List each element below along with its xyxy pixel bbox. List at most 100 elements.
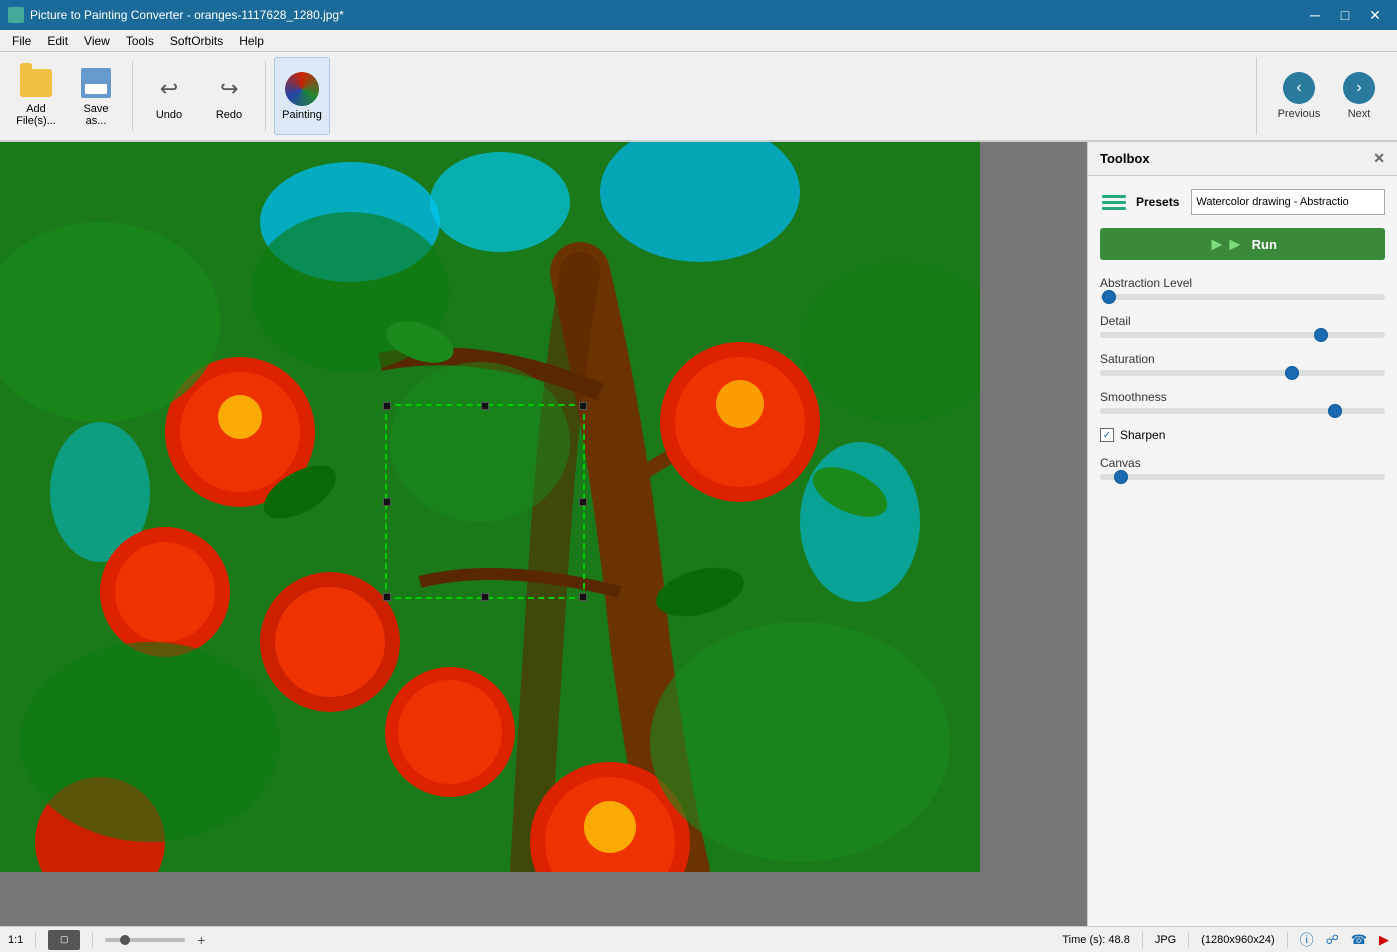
floppy-icon — [81, 68, 111, 98]
sharpen-label: Sharpen — [1120, 428, 1165, 442]
view-mode-button[interactable]: ▢ — [48, 930, 80, 950]
detail-thumb[interactable] — [1314, 328, 1328, 342]
presets-icon — [1100, 188, 1128, 216]
menu-help[interactable]: Help — [231, 32, 272, 50]
facebook-icon[interactable]: ☍ — [1326, 932, 1339, 948]
canvas-area[interactable] — [0, 142, 1087, 926]
main-area: Toolbox ✕ Presets Watercolor drawing - A… — [0, 142, 1397, 926]
toolbox-panel: Toolbox ✕ Presets Watercolor drawing - A… — [1087, 142, 1397, 926]
run-icon: ►► — [1208, 234, 1244, 255]
save-as-label: Save as... — [73, 103, 119, 127]
dimensions-label: (1280x960x24) — [1201, 934, 1274, 946]
smoothness-thumb[interactable] — [1328, 404, 1342, 418]
title-bar-left: Picture to Painting Converter - oranges-… — [8, 7, 344, 23]
zoom-ratio-label: 1:1 — [8, 934, 23, 946]
folder-icon — [20, 69, 52, 97]
toolbar-divider-2 — [265, 61, 266, 131]
maximize-button[interactable]: □ — [1331, 1, 1359, 29]
toolbar-nav: ‹ Previous › Next — [1256, 57, 1389, 135]
toolbox-title: Toolbox — [1100, 151, 1150, 166]
redo-button[interactable]: ↩ Redo — [201, 57, 257, 135]
abstraction-level-label: Abstraction Level — [1100, 276, 1385, 290]
time-label: Time (s): 48.8 — [1062, 934, 1129, 946]
saturation-label: Saturation — [1100, 352, 1385, 366]
menu-view[interactable]: View — [76, 32, 118, 50]
zoom-slider[interactable] — [105, 938, 185, 942]
previous-arrow-icon: ‹ — [1283, 72, 1315, 104]
info-icon[interactable]: ⓘ — [1300, 930, 1314, 950]
next-label: Next — [1348, 108, 1371, 120]
detail-track[interactable] — [1100, 332, 1385, 338]
canvas-track[interactable] — [1100, 474, 1385, 480]
abstraction-level-track[interactable] — [1100, 294, 1385, 300]
canvas-thumb[interactable] — [1114, 470, 1128, 484]
toolbox-header: Toolbox ✕ — [1088, 142, 1397, 176]
run-button[interactable]: ►► Run — [1100, 228, 1385, 260]
redo-icon: ↩ — [211, 71, 247, 107]
add-files-button[interactable]: Add File(s)... — [8, 57, 64, 135]
undo-icon: ↩ — [151, 71, 187, 107]
zoom-thumb[interactable] — [120, 935, 130, 945]
detail-label: Detail — [1100, 314, 1385, 328]
smoothness-track[interactable] — [1100, 408, 1385, 414]
sharpen-checkbox[interactable]: ✓ — [1100, 428, 1114, 442]
status-zoom: 1:1 — [8, 934, 23, 946]
run-label: Run — [1252, 237, 1277, 252]
saturation-track[interactable] — [1100, 370, 1385, 376]
menu-bar: File Edit View Tools SoftOrbits Help — [0, 30, 1397, 52]
presets-label: Presets — [1136, 195, 1179, 209]
status-sep-3 — [1142, 932, 1143, 948]
smoothness-label: Smoothness — [1100, 390, 1385, 404]
detail-group: Detail — [1100, 314, 1385, 338]
abstraction-level-group: Abstraction Level — [1100, 276, 1385, 300]
painting-label: Painting — [282, 109, 322, 121]
sharpen-row: ✓ Sharpen — [1100, 428, 1385, 442]
status-sep-2 — [92, 932, 93, 948]
zoom-in-button[interactable]: + — [197, 932, 205, 948]
saturation-thumb[interactable] — [1285, 366, 1299, 380]
save-as-button[interactable]: Save as... — [68, 57, 124, 135]
youtube-icon[interactable]: ▶ — [1379, 932, 1389, 948]
canvas-image — [0, 142, 1087, 926]
painting-svg — [0, 142, 980, 872]
smoothness-group: Smoothness — [1100, 390, 1385, 414]
window-title: Picture to Painting Converter - oranges-… — [30, 8, 344, 22]
next-arrow-icon: › — [1343, 72, 1375, 104]
painting-circle-icon — [285, 72, 319, 106]
save-as-icon — [78, 65, 114, 101]
painting-icon — [284, 71, 320, 107]
toolbar-divider-1 — [132, 61, 133, 131]
format-label: JPG — [1155, 934, 1176, 946]
add-files-label: Add File(s)... — [13, 103, 59, 127]
painting-button[interactable]: Painting — [274, 57, 330, 135]
status-sep-5 — [1287, 932, 1288, 948]
minimize-button[interactable]: ─ — [1301, 1, 1329, 29]
saturation-group: Saturation — [1100, 352, 1385, 376]
app-icon — [8, 7, 24, 23]
status-sep-4 — [1188, 932, 1189, 948]
presets-select[interactable]: Watercolor drawing - Abstractio Oil pain… — [1191, 189, 1385, 215]
menu-tools[interactable]: Tools — [118, 32, 162, 50]
previous-button[interactable]: ‹ Previous — [1269, 57, 1329, 135]
abstraction-level-thumb[interactable] — [1102, 290, 1116, 304]
menu-edit[interactable]: Edit — [39, 32, 76, 50]
previous-label: Previous — [1278, 108, 1321, 120]
title-bar: Picture to Painting Converter - oranges-… — [0, 0, 1397, 30]
next-button[interactable]: › Next — [1329, 57, 1389, 135]
toolbar: Add File(s)... Save as... ↩ Undo ↩ Redo … — [0, 52, 1397, 142]
toolbox-close-button[interactable]: ✕ — [1373, 150, 1385, 167]
menu-file[interactable]: File — [4, 32, 39, 50]
title-bar-controls: ─ □ ✕ — [1301, 1, 1389, 29]
redo-label: Redo — [216, 109, 242, 121]
close-button[interactable]: ✕ — [1361, 1, 1389, 29]
canvas-label: Canvas — [1100, 456, 1385, 470]
status-bar: 1:1 ▢ + Time (s): 48.8 JPG (1280x960x24)… — [0, 926, 1397, 952]
undo-label: Undo — [156, 109, 182, 121]
menu-softorbits[interactable]: SoftOrbits — [162, 32, 231, 50]
undo-button[interactable]: ↩ Undo — [141, 57, 197, 135]
add-files-icon — [18, 65, 54, 101]
twitter-icon[interactable]: ☎ — [1351, 932, 1367, 948]
canvas-group: Canvas — [1100, 456, 1385, 480]
toolbox-body: Presets Watercolor drawing - Abstractio … — [1088, 176, 1397, 506]
presets-row: Presets Watercolor drawing - Abstractio … — [1100, 188, 1385, 216]
